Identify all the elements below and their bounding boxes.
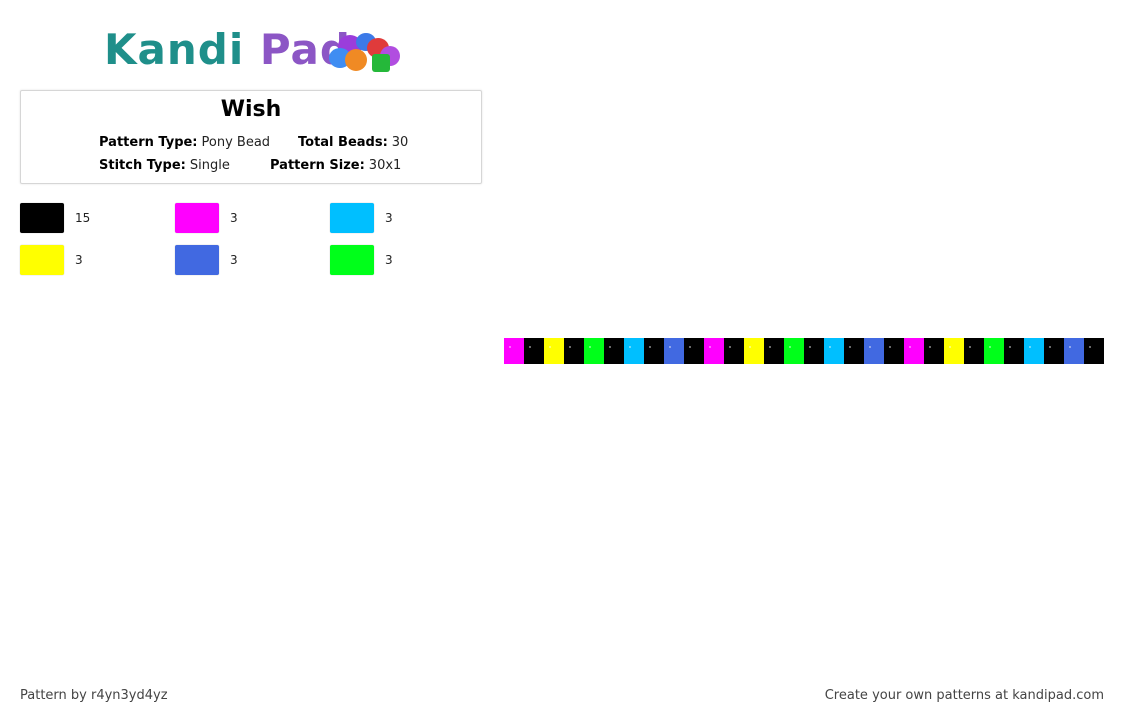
bead	[904, 338, 924, 364]
pattern-author: Pattern by r4yn3yd4yz	[20, 688, 168, 703]
bead	[1064, 338, 1084, 364]
total-beads-value: 30	[391, 135, 409, 150]
stitch-type: Stitch Type: Single	[99, 158, 230, 173]
bead	[1084, 338, 1104, 364]
bead	[524, 338, 544, 364]
beads-logo-icon	[329, 33, 400, 72]
bead	[944, 338, 964, 364]
bead	[584, 338, 604, 364]
color-swatch	[330, 203, 374, 233]
bead-count: 3	[230, 211, 238, 225]
logo-wordmark: Kandi Pad	[104, 26, 351, 74]
pattern-info-card: Wish Pattern Type: Pony Bead Total Beads:…	[20, 90, 482, 184]
bead	[504, 338, 524, 364]
bead	[784, 338, 804, 364]
pattern-type-label: Pattern Type:	[99, 135, 198, 150]
kandipad-logo[interactable]: Kandi Pad	[100, 24, 410, 80]
bead	[924, 338, 944, 364]
pattern-type: Pattern Type: Pony Bead	[99, 135, 270, 150]
bead-count: 3	[230, 253, 238, 267]
color-swatch	[330, 245, 374, 275]
bead	[644, 338, 664, 364]
pattern-size-value: 30x1	[368, 158, 402, 173]
total-beads: Total Beads: 30	[298, 135, 408, 150]
bead	[824, 338, 844, 364]
bead	[984, 338, 1004, 364]
bead	[624, 338, 644, 364]
pattern-size: Pattern Size: 30x1	[270, 158, 401, 173]
bead	[564, 338, 584, 364]
bead	[724, 338, 744, 364]
bead	[744, 338, 764, 364]
bead-count: 3	[75, 253, 83, 267]
pattern-size-label: Pattern Size:	[270, 158, 365, 173]
bead	[1044, 338, 1064, 364]
bead	[544, 338, 564, 364]
bead	[804, 338, 824, 364]
bead	[1004, 338, 1024, 364]
bead	[964, 338, 984, 364]
bead	[684, 338, 704, 364]
bead	[884, 338, 904, 364]
pattern-title: Wish	[220, 97, 282, 122]
logo-word-kandi: Kandi	[104, 25, 245, 74]
bead	[764, 338, 784, 364]
pattern-type-value: Pony Bead	[201, 135, 271, 150]
bead	[604, 338, 624, 364]
bead-count: 15	[75, 211, 91, 225]
bead-count: 3	[385, 211, 393, 225]
bead-pattern-strip	[504, 338, 1104, 364]
bead	[844, 338, 864, 364]
total-beads-label: Total Beads:	[298, 135, 388, 150]
color-swatch	[20, 203, 64, 233]
bead	[1024, 338, 1044, 364]
create-patterns-link[interactable]: Create your own patterns at kandipad.com	[825, 688, 1104, 703]
bead-count: 3	[385, 253, 393, 267]
color-swatch	[20, 245, 64, 275]
color-swatch	[175, 245, 219, 275]
color-swatch	[175, 203, 219, 233]
bead	[704, 338, 724, 364]
stitch-type-label: Stitch Type:	[99, 158, 186, 173]
bead	[864, 338, 884, 364]
stitch-type-value: Single	[189, 158, 230, 173]
bead	[664, 338, 684, 364]
